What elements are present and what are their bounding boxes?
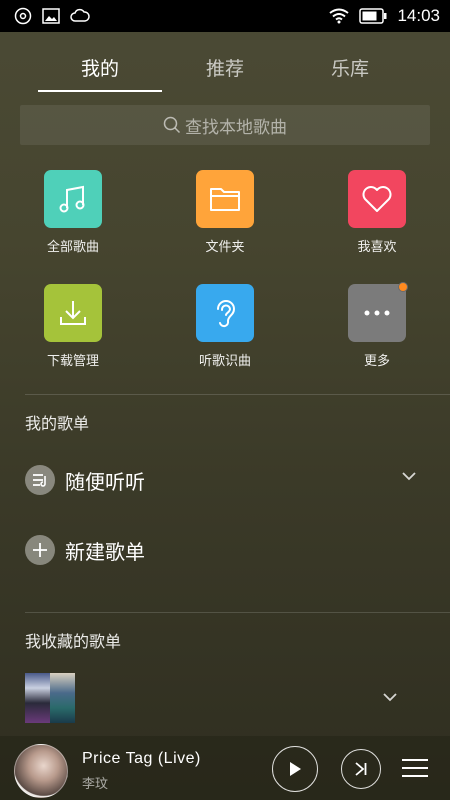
tab-library[interactable]: 乐库 [287, 32, 413, 92]
status-bar: 14:03 [0, 0, 450, 32]
folder-icon [210, 188, 240, 211]
top-tabs: 我的 推荐 乐库 [0, 32, 450, 94]
all-songs-label: 全部歌曲 [46, 240, 99, 255]
grid-all-songs[interactable]: 全部歌曲 [18, 170, 128, 255]
downloads-label: 下载管理 [46, 354, 99, 369]
chevron-down-icon[interactable] [382, 692, 398, 702]
downloads-tile[interactable] [44, 284, 102, 342]
playlist-random-listen[interactable]: 随便听听 [25, 458, 425, 502]
grid-downloads[interactable]: 下载管理 [18, 284, 128, 369]
more-tile[interactable] [348, 282, 408, 342]
favorites-tile[interactable] [348, 170, 406, 228]
play-button[interactable] [272, 746, 318, 792]
my-playlists-title: 我的歌单 [25, 414, 90, 433]
folder-tile[interactable] [196, 170, 254, 228]
tab-mine[interactable]: 我的 [37, 32, 163, 92]
album-art[interactable] [14, 744, 68, 798]
heart-icon [362, 186, 392, 212]
playlist-icon [25, 465, 55, 495]
song-recognition-tile[interactable] [196, 284, 254, 342]
song-artist: 李玟 [82, 777, 109, 792]
tab-recommend[interactable]: 推荐 [162, 32, 288, 92]
grid-song-recognition[interactable]: 听歌识曲 [170, 284, 280, 369]
new-playlist-label: 新建歌单 [65, 539, 145, 564]
wifi-icon [329, 8, 350, 24]
search-icon [163, 116, 181, 134]
more-icon [364, 310, 390, 316]
search-input[interactable]: 查找本地歌曲 [20, 105, 430, 145]
battery-icon [359, 8, 387, 24]
ear-icon [217, 300, 236, 328]
playlist-label: 随便听听 [65, 469, 145, 494]
chevron-down-icon[interactable] [401, 471, 417, 481]
tab-indicator [38, 90, 162, 92]
more-label: 更多 [363, 354, 390, 369]
download-icon [60, 301, 86, 325]
cloud-icon [70, 8, 90, 24]
plus-icon [25, 535, 55, 565]
clock: 14:03 [397, 6, 440, 25]
music-app-icon [14, 7, 32, 25]
divider [25, 394, 450, 395]
notification-dot [398, 282, 408, 292]
next-track-icon [355, 762, 367, 776]
next-button[interactable] [341, 749, 381, 789]
folder-label: 文件夹 [205, 240, 245, 255]
favorites-label: 我喜欢 [357, 240, 397, 255]
grid-folder[interactable]: 文件夹 [170, 170, 280, 255]
search-placeholder: 查找本地歌曲 [185, 117, 287, 138]
favorite-playlist-cover[interactable] [25, 673, 75, 723]
divider [25, 612, 450, 613]
all-songs-tile[interactable] [44, 170, 102, 228]
playlist-menu-icon[interactable] [402, 758, 428, 778]
music-note-icon [59, 185, 85, 213]
image-icon [42, 8, 60, 24]
grid-favorites[interactable]: 我喜欢 [322, 170, 432, 255]
grid-more[interactable]: 更多 [322, 282, 432, 369]
song-recognition-label: 听歌识曲 [198, 354, 251, 369]
new-playlist-button[interactable]: 新建歌单 [25, 528, 425, 572]
song-title: Price Tag (Live) [82, 750, 201, 767]
favorite-playlists-title: 我收藏的歌单 [25, 632, 122, 651]
play-icon [290, 762, 301, 776]
mini-player[interactable]: Price Tag (Live) 李玟 [0, 736, 450, 800]
